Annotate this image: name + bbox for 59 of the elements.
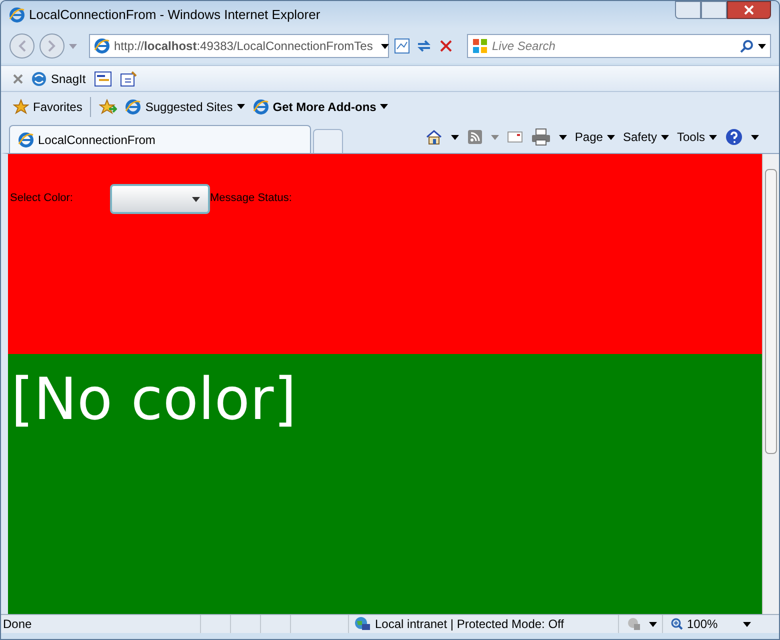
compatibility-icon[interactable]	[393, 37, 411, 55]
feed-icon[interactable]	[466, 129, 483, 145]
search-field[interactable]: Live Search	[492, 37, 736, 55]
caret-icon	[236, 104, 245, 109]
command-button[interactable]: Tools	[676, 128, 717, 146]
caret-icon[interactable]	[743, 622, 751, 626]
close-icon	[744, 5, 754, 15]
star-icon	[13, 98, 29, 114]
command-button[interactable]: Safety	[622, 128, 669, 146]
color-dropdown[interactable]	[110, 184, 210, 214]
browser-icon	[125, 98, 142, 114]
window-icon[interactable]	[94, 70, 112, 86]
mail-icon[interactable]	[506, 131, 523, 143]
vertical-scrollbar[interactable]	[762, 154, 779, 614]
caret-icon[interactable]	[380, 44, 389, 48]
caret-icon[interactable]	[649, 622, 657, 626]
lock-icon[interactable]	[627, 617, 641, 631]
printer-icon[interactable]	[530, 128, 551, 146]
home-icon[interactable]	[424, 129, 443, 145]
help-icon[interactable]	[725, 128, 743, 146]
search-bar[interactable]: Live Search	[467, 34, 771, 58]
search-icon[interactable]	[740, 39, 754, 53]
color-message: [No color]	[11, 364, 298, 435]
close-button[interactable]	[727, 1, 771, 19]
security-zone: Local intranet | Protected Mode: Off	[375, 616, 564, 633]
add-favorite-icon[interactable]	[99, 98, 118, 114]
window-title: LocalConnectionFrom - Windows Internet Explorer	[29, 6, 320, 24]
status-label: Message Status:	[210, 190, 292, 206]
browser-icon	[9, 7, 25, 23]
minimize-button[interactable]	[675, 1, 701, 19]
windows-logo-icon	[472, 38, 488, 54]
page-icon	[94, 38, 110, 54]
caret-icon[interactable]	[751, 134, 759, 140]
favorites-bar-button[interactable]: Suggested Sites	[125, 98, 245, 116]
browser-icon	[252, 98, 269, 114]
status-text: Done	[1, 615, 201, 633]
close-icon[interactable]	[13, 74, 23, 84]
caret-icon	[380, 104, 388, 109]
browser-tab[interactable]: LocalConnectionFrom	[9, 125, 311, 153]
browser-icon	[18, 132, 34, 148]
note-icon[interactable]	[120, 70, 138, 86]
command-button[interactable]: Page	[574, 128, 615, 146]
favorites-bar-button[interactable]: Get More Add-ons	[252, 98, 388, 116]
zoom-icon	[671, 618, 683, 630]
caret-icon[interactable]	[558, 134, 567, 140]
favorites-bar-button[interactable]: Favorites	[13, 98, 82, 116]
caret-icon	[192, 196, 200, 202]
caret-icon[interactable]	[450, 134, 459, 140]
caret-icon	[606, 134, 615, 140]
caret-icon	[709, 134, 717, 140]
toolbar-button[interactable]: SnagIt	[51, 70, 86, 88]
caret-icon[interactable]	[758, 44, 766, 48]
maximize-button[interactable]	[701, 1, 727, 19]
swirl-icon[interactable]	[31, 70, 47, 86]
select-label: Select Color:	[10, 190, 74, 206]
globe-icon	[353, 616, 371, 632]
caret-icon	[660, 134, 669, 140]
address-field[interactable]: http://localhost:49383/LocalConnectionFromTes	[89, 34, 389, 58]
zoom-button[interactable]: 100%	[663, 615, 743, 633]
